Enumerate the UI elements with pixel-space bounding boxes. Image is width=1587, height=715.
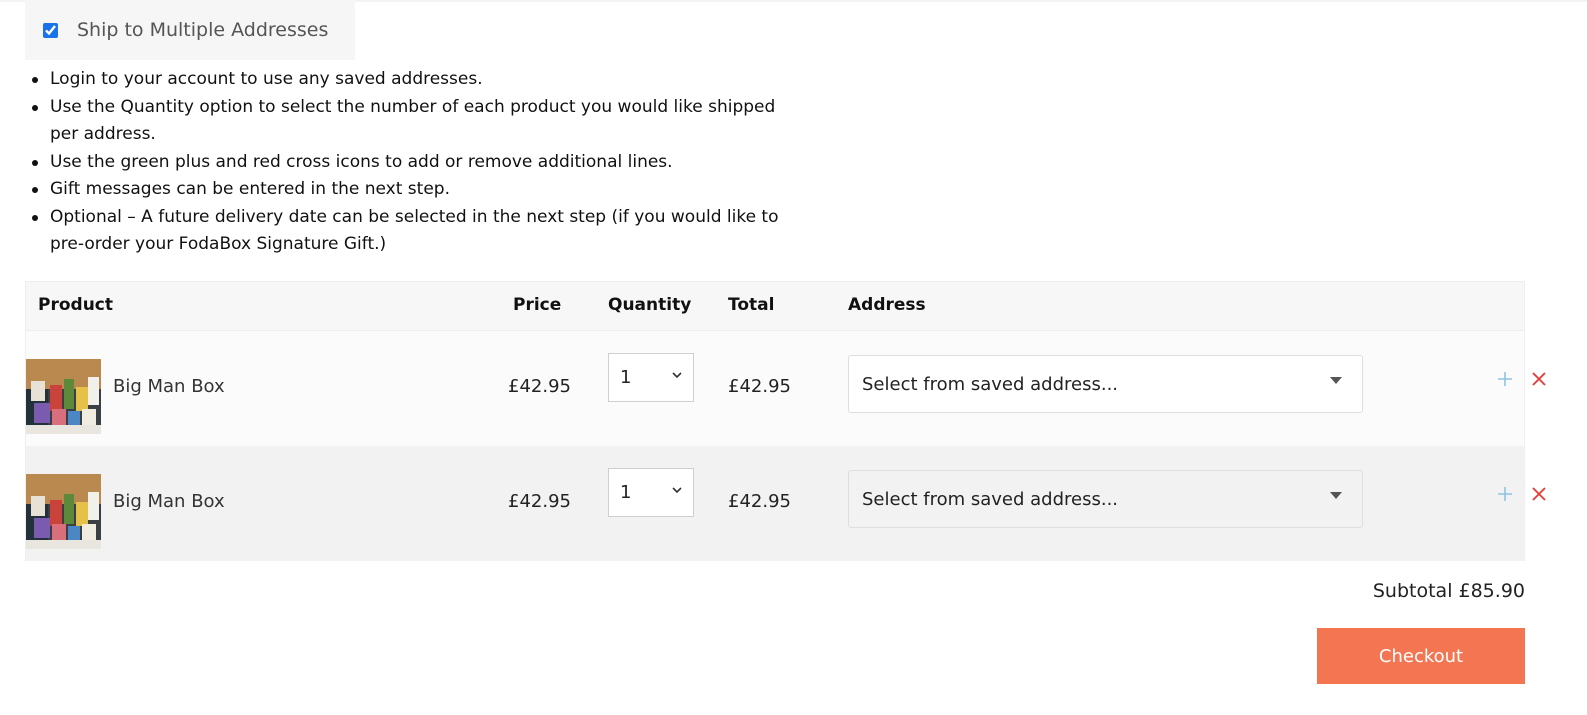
product-image[interactable] (26, 359, 101, 434)
product-price: £42.95 (508, 376, 571, 397)
table-header: Product Price Quantity Total Address (26, 282, 1524, 331)
quantity-select[interactable]: 1 (608, 468, 694, 517)
line-total: £42.95 (728, 491, 791, 512)
quantity-select[interactable]: 1 (608, 353, 694, 402)
quantity-value: 1 (620, 367, 632, 388)
cross-icon[interactable] (1530, 370, 1548, 388)
address-placeholder: Select from saved address... (862, 488, 1119, 510)
address-select[interactable]: Select from saved address... (848, 355, 1363, 413)
dropdown-arrow-icon (1330, 377, 1342, 384)
product-name[interactable]: Big Man Box (113, 376, 225, 397)
header-quantity: Quantity (608, 295, 692, 315)
product-name[interactable]: Big Man Box (113, 491, 225, 512)
line-total: £42.95 (728, 376, 791, 397)
cart-table: Product Price Quantity Total Address Big… (25, 281, 1546, 561)
instruction-item: Gift messages can be entered in the next… (28, 176, 798, 204)
ship-multiple-toggle[interactable]: Ship to Multiple Addresses (25, 0, 355, 60)
instruction-item: Login to your account to use any saved a… (28, 66, 798, 94)
cross-icon[interactable] (1530, 485, 1548, 503)
header-product: Product (38, 295, 113, 315)
ship-multiple-label: Ship to Multiple Addresses (77, 19, 329, 41)
plus-icon[interactable] (1496, 485, 1514, 503)
instructions-list: Login to your account to use any saved a… (28, 66, 798, 259)
address-select[interactable]: Select from saved address... (848, 470, 1363, 528)
table-row: Big Man Box £42.95 1 £42.95 Select from … (26, 331, 1546, 446)
ship-multiple-checkbox[interactable] (43, 22, 58, 38)
header-price: Price (513, 295, 562, 315)
chevron-down-icon (672, 372, 682, 379)
table-row: Big Man Box £42.95 1 £42.95 Select from … (26, 446, 1546, 561)
chevron-down-icon (672, 487, 682, 494)
instruction-item: Use the Quantity option to select the nu… (28, 94, 798, 149)
header-address: Address (848, 295, 926, 315)
instruction-item: Optional – A future delivery date can be… (28, 204, 798, 259)
plus-icon[interactable] (1496, 370, 1514, 388)
instruction-item: Use the green plus and red cross icons t… (28, 149, 798, 177)
address-placeholder: Select from saved address... (862, 373, 1119, 395)
product-price: £42.95 (508, 491, 571, 512)
dropdown-arrow-icon (1330, 492, 1342, 499)
subtotal: Subtotal £85.90 (1372, 580, 1525, 602)
checkout-button[interactable]: Checkout (1317, 628, 1525, 684)
quantity-value: 1 (620, 482, 632, 503)
product-image[interactable] (26, 474, 101, 549)
header-total: Total (728, 295, 775, 315)
